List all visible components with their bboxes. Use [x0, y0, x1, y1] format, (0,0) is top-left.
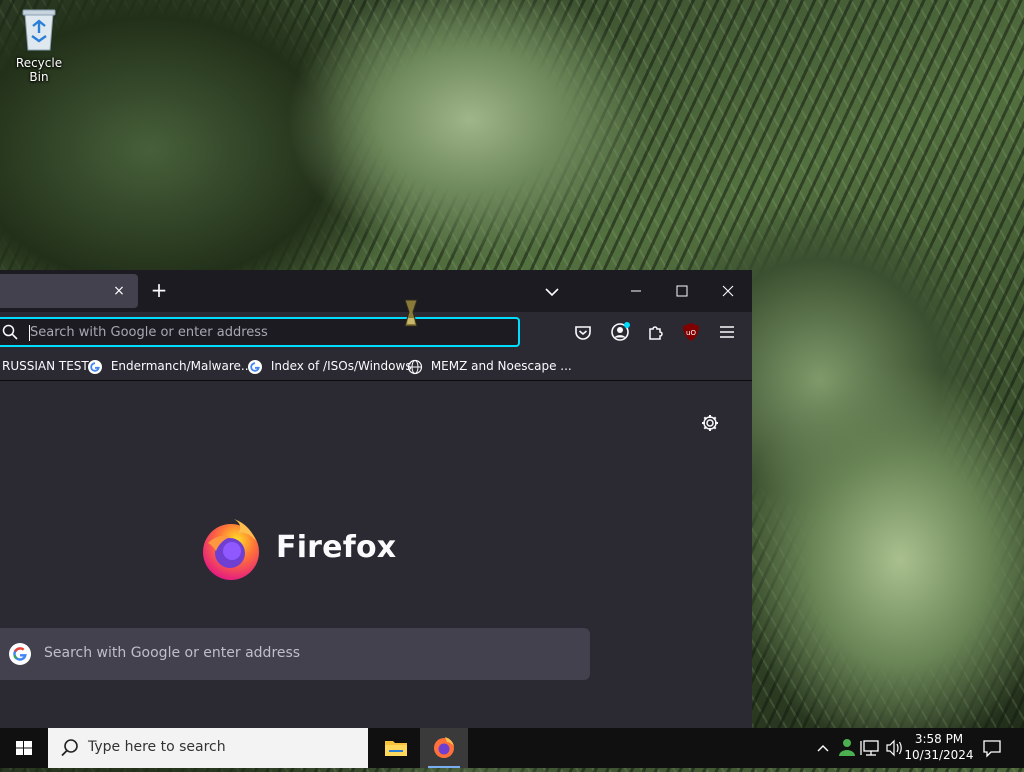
url-bar[interactable] — [0, 317, 520, 347]
bookmark-label: MEMZ and Noescape ... — [430, 359, 572, 373]
navigation-toolbar: uO — [0, 312, 752, 352]
google-icon — [9, 643, 31, 665]
bookmark-item[interactable]: RUSSIAN TEST — [2, 357, 89, 375]
speaker-icon — [886, 739, 902, 757]
pocket-icon — [575, 326, 591, 340]
notification-icon — [983, 740, 1001, 758]
new-tab-button[interactable]: + — [148, 280, 170, 302]
chevron-up-icon — [817, 745, 829, 752]
bookmark-item[interactable]: Index of /ISOs/Windows — [247, 357, 412, 375]
app-menu-button[interactable] — [716, 321, 738, 343]
account-icon — [611, 322, 630, 341]
action-center-button[interactable] — [980, 736, 1004, 760]
close-window-button[interactable] — [714, 278, 742, 304]
start-button[interactable] — [0, 728, 48, 768]
google-icon — [248, 359, 262, 374]
ublock-origin-button[interactable]: uO — [680, 321, 702, 343]
tab-bar: × + — [0, 270, 752, 312]
close-icon — [722, 285, 734, 297]
minimize-icon — [631, 290, 641, 292]
plus-icon: + — [150, 278, 168, 302]
tray-user-app[interactable] — [836, 728, 858, 768]
close-icon: × — [113, 283, 125, 299]
windows-logo-icon — [16, 741, 32, 755]
tab-new-tab[interactable]: × — [0, 274, 138, 308]
search-icon — [2, 324, 18, 340]
taskbar-firefox[interactable] — [420, 728, 468, 768]
pocket-button[interactable] — [572, 321, 594, 343]
firefox-logo-icon — [203, 519, 259, 580]
maximize-icon — [676, 285, 688, 297]
tab-close-button[interactable]: × — [110, 282, 128, 300]
firefox-icon — [434, 737, 454, 758]
firefox-window: × + Search with Google or enter address … — [0, 270, 752, 728]
chevron-down-icon — [545, 288, 559, 297]
bookmark-item[interactable]: Endermanch/Malware... — [87, 357, 252, 375]
taskbar-clock[interactable]: 3:58 PM 10/31/2024 — [904, 731, 974, 763]
svg-text:uO: uO — [686, 329, 696, 337]
hamburger-menu-icon — [720, 326, 734, 338]
account-button[interactable] — [609, 321, 631, 343]
network-icon — [860, 740, 879, 756]
puzzle-icon — [649, 326, 663, 340]
taskbar-search-placeholder: Type here to search — [88, 739, 226, 755]
bookmark-label: Endermanch/Malware... — [110, 359, 253, 373]
google-icon — [88, 359, 102, 374]
recycle-bin-shortcut[interactable]: Recycle Bin — [6, 6, 72, 84]
maximize-button[interactable] — [668, 278, 696, 304]
busy-cursor-icon — [404, 299, 418, 327]
new-tab-page: Firefox Search with Google or enter addr… — [0, 381, 752, 728]
new-tab-search-box[interactable]: Search with Google or enter address — [0, 628, 590, 680]
network-status[interactable] — [860, 728, 882, 768]
taskbar-search-box[interactable]: Type here to search — [48, 728, 368, 768]
ublock-shield-icon: uO — [683, 323, 699, 341]
gear-icon — [702, 415, 718, 431]
recycle-bin-label: Recycle Bin — [15, 56, 63, 84]
bookmark-label: RUSSIAN TEST — [2, 359, 89, 373]
search-icon — [61, 739, 78, 757]
clock-time: 3:58 PM — [914, 732, 964, 746]
new-tab-search-placeholder: Search with Google or enter address — [44, 645, 301, 661]
extensions-button[interactable] — [645, 321, 667, 343]
clock-date: 10/31/2024 — [904, 748, 974, 762]
minimize-button[interactable] — [622, 278, 650, 304]
firefox-wordmark: Firefox — [276, 530, 397, 565]
recycle-bin-icon — [19, 6, 59, 52]
folder-icon — [385, 741, 407, 756]
bookmark-label: Index of /ISOs/Windows — [270, 359, 412, 373]
bookmarks-toolbar: RUSSIAN TEST Endermanch/Malware... Index… — [0, 352, 752, 381]
show-hidden-icons-button[interactable] — [812, 728, 834, 768]
taskbar-file-explorer[interactable] — [372, 728, 420, 768]
globe-icon — [407, 359, 423, 374]
url-input[interactable] — [30, 323, 500, 341]
bookmark-item[interactable]: MEMZ and Noescape ... — [407, 357, 572, 375]
person-icon — [839, 739, 855, 756]
taskbar: Type here to search 3:58 PM 10/31/2024 — [0, 728, 1024, 768]
volume-control[interactable] — [884, 728, 904, 768]
list-all-tabs-button[interactable] — [542, 282, 562, 302]
personalize-button[interactable] — [700, 413, 720, 433]
